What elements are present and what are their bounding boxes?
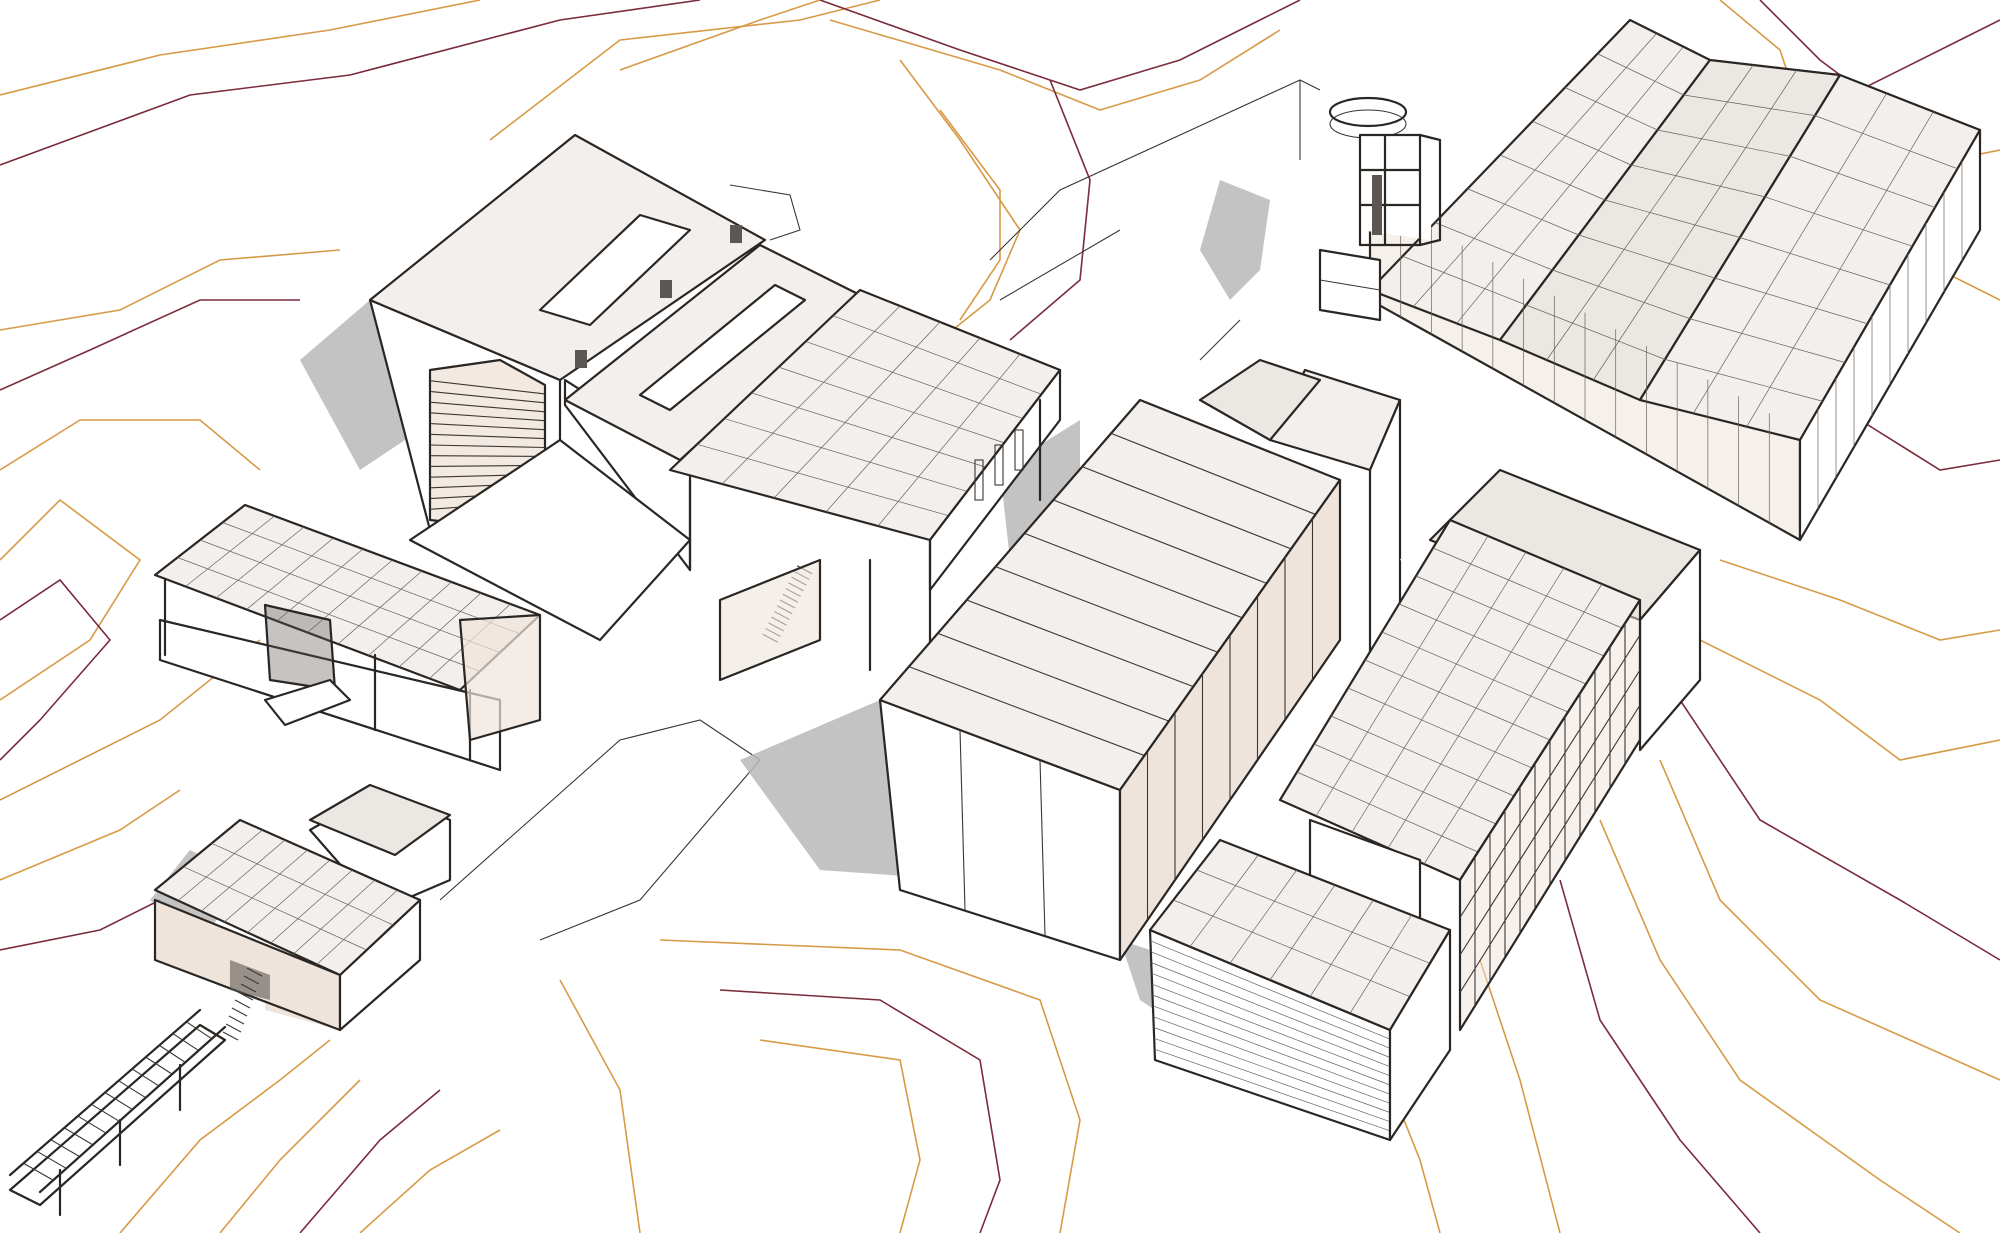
paving-edge bbox=[989, 79, 1321, 261]
drawing-canvas bbox=[0, 0, 2000, 1233]
contour-line bbox=[819, 0, 1301, 91]
tower-window bbox=[660, 280, 672, 298]
west-louvre bbox=[460, 615, 540, 740]
contour-line bbox=[1599, 819, 1961, 1233]
detail-line bbox=[231, 1007, 248, 1017]
detail-line bbox=[225, 1023, 242, 1033]
lookout-core bbox=[1372, 175, 1382, 235]
contour-line bbox=[0, 899, 161, 951]
bridge-deck bbox=[10, 1025, 225, 1205]
detail-line bbox=[228, 1015, 245, 1025]
contour-line bbox=[219, 1079, 361, 1233]
detail-line bbox=[222, 1031, 239, 1041]
contour-line bbox=[719, 989, 1001, 1233]
contour-line bbox=[759, 1039, 921, 1233]
courtyard-wall bbox=[720, 560, 820, 680]
contour-line bbox=[1559, 879, 1761, 1233]
contour-line bbox=[0, 299, 300, 391]
axonometric-drawing bbox=[0, 0, 2000, 1233]
lookout-platform-ring bbox=[1328, 96, 1408, 128]
contour-line bbox=[1679, 699, 2000, 961]
contour-line bbox=[1659, 759, 2000, 1081]
detail-line bbox=[234, 999, 251, 1009]
contour-line bbox=[489, 0, 881, 141]
conveyor-bridge bbox=[8, 967, 263, 1217]
contour-line bbox=[0, 498, 142, 701]
contour-line bbox=[1699, 639, 2000, 761]
contour-line bbox=[899, 59, 1021, 341]
contour-line bbox=[0, 578, 112, 761]
contour-line bbox=[1009, 79, 1091, 341]
contour-line bbox=[0, 249, 341, 331]
contour-line bbox=[1859, 419, 2000, 471]
contour-line bbox=[359, 1129, 501, 1233]
contour-line bbox=[0, 0, 701, 166]
contour-line bbox=[559, 979, 641, 1233]
contour-line bbox=[619, 0, 821, 71]
small-pavilion bbox=[153, 783, 452, 1032]
contour-line bbox=[0, 789, 181, 881]
contour-line bbox=[299, 1089, 441, 1233]
paving-edge bbox=[999, 229, 1121, 301]
contour-line bbox=[0, 419, 261, 471]
tower-window bbox=[730, 225, 742, 243]
tower-window bbox=[575, 350, 587, 368]
contour-line bbox=[1479, 959, 1561, 1233]
greenhouse-sheds bbox=[1368, 18, 1982, 542]
contour-line bbox=[659, 939, 1081, 1233]
contour-line bbox=[1719, 559, 2000, 641]
detail-line bbox=[429, 455, 546, 457]
paving-edge bbox=[1199, 319, 1241, 361]
lookout-cage bbox=[1360, 130, 1438, 240]
contour-line bbox=[829, 19, 1281, 111]
shadow-lookout bbox=[1200, 180, 1270, 300]
contour-line bbox=[939, 109, 1001, 321]
contour-line bbox=[0, 0, 481, 96]
